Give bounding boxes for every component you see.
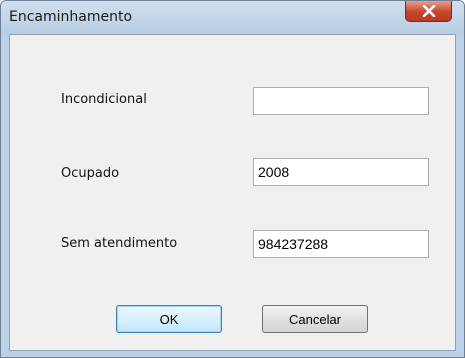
ok-button[interactable]: OK: [116, 305, 222, 333]
ocupado-input[interactable]: 2008: [253, 158, 429, 186]
incondicional-label: Incondicional: [61, 92, 147, 107]
dialog-window: Encaminhamento Incondicional Ocupado 200…: [0, 0, 465, 358]
sem-atendimento-label: Sem atendimento: [61, 236, 178, 251]
sem-atendimento-input[interactable]: 984237288: [253, 230, 429, 258]
ocupado-label: Ocupado: [61, 166, 120, 181]
cancel-button[interactable]: Cancelar: [262, 305, 368, 333]
dialog-body: Incondicional Ocupado 2008 Sem atendimen…: [9, 34, 456, 351]
close-icon: [422, 2, 436, 21]
window-title: Encaminhamento: [9, 9, 133, 25]
incondicional-input[interactable]: [253, 87, 429, 115]
close-button[interactable]: [405, 1, 452, 22]
title-bar[interactable]: Encaminhamento: [1, 1, 464, 34]
